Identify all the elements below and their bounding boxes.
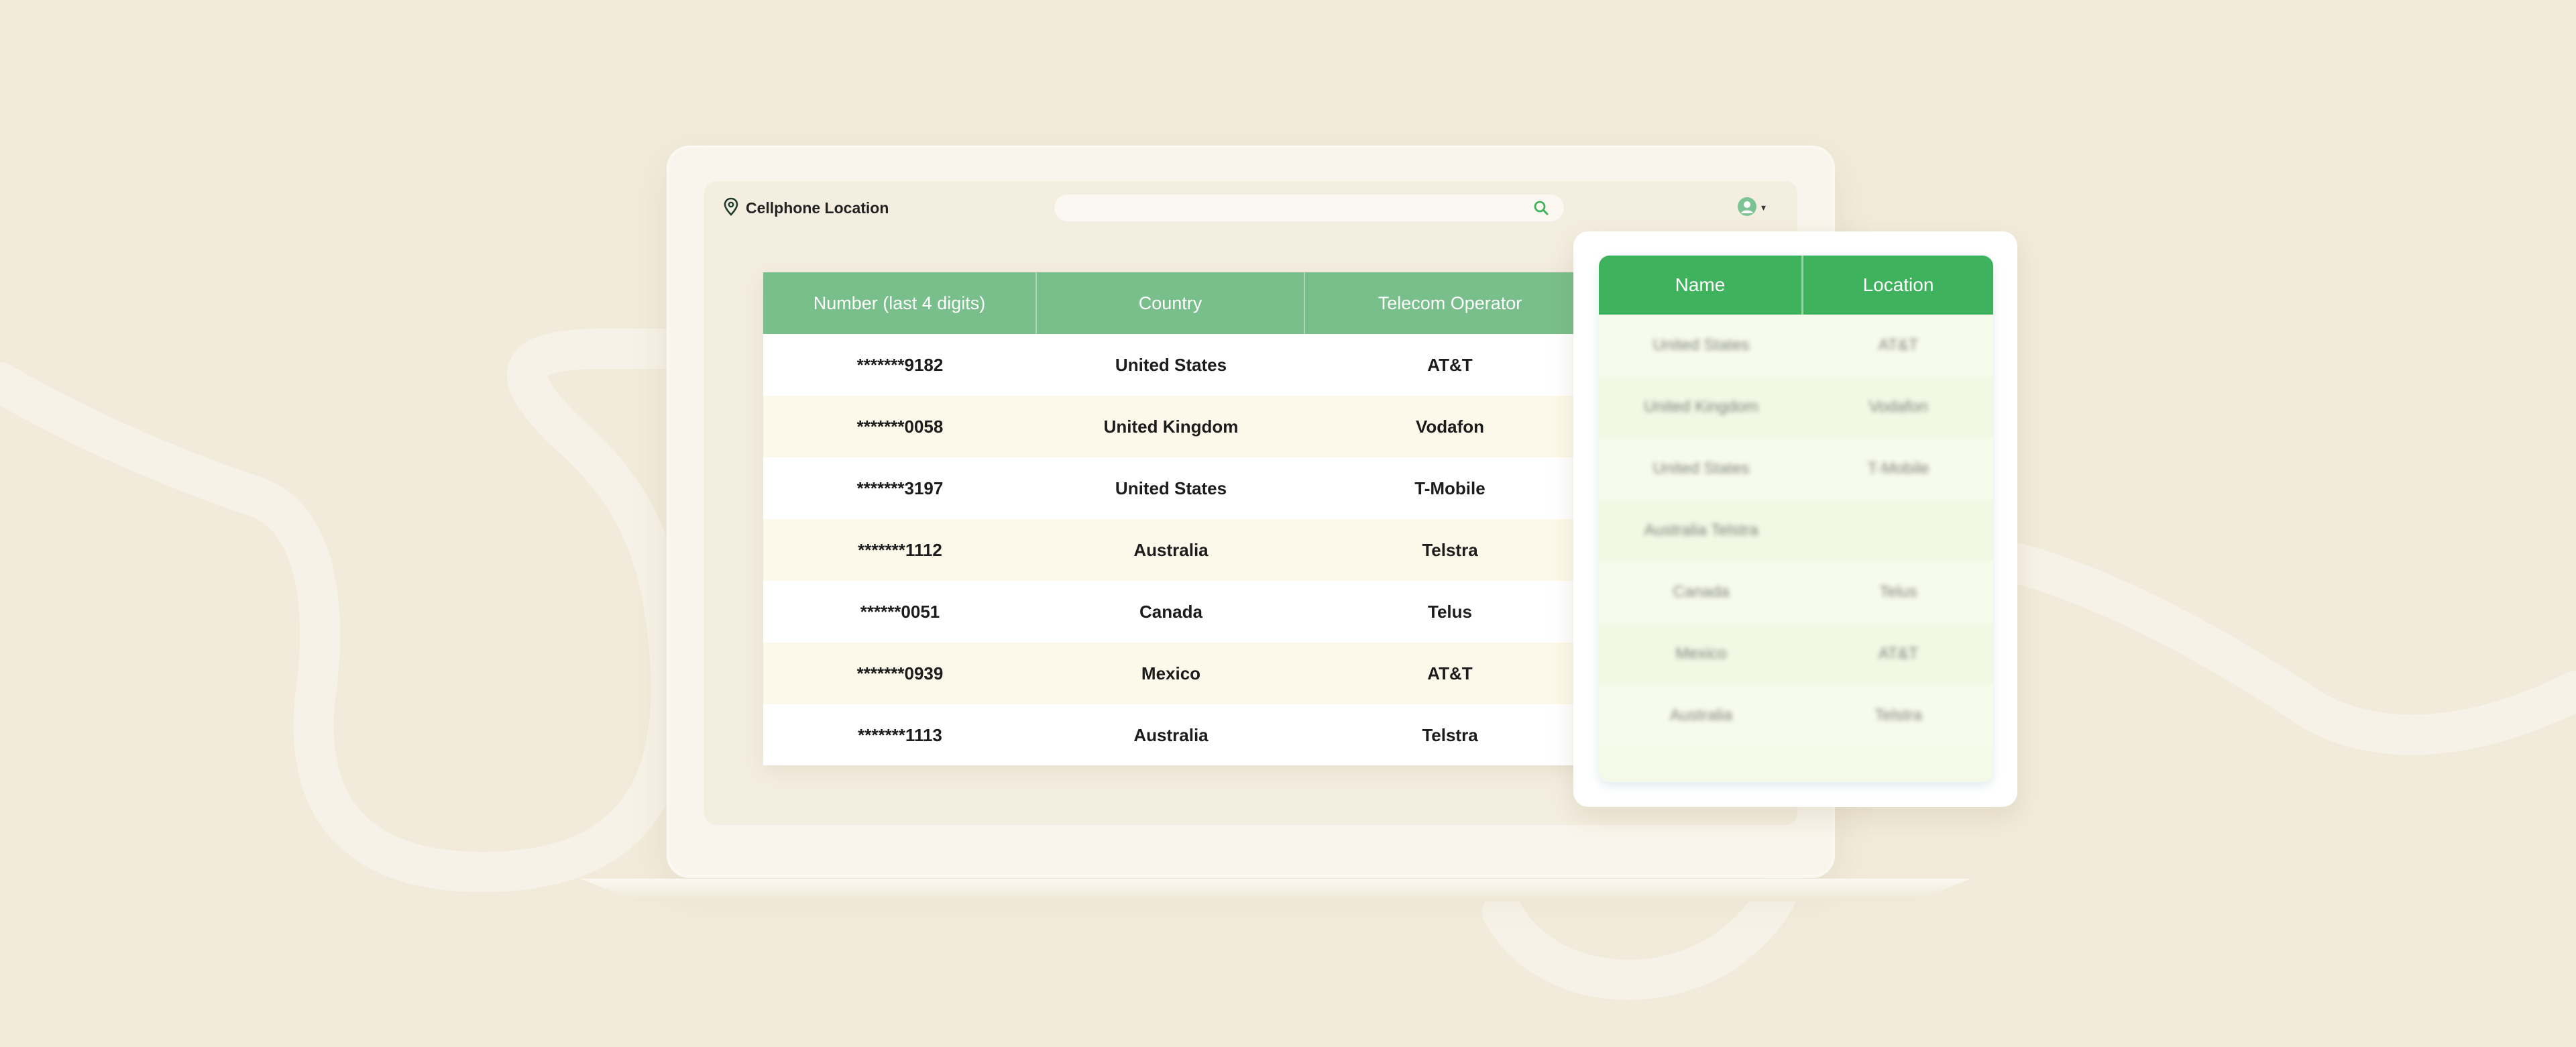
table-row[interactable]: *******0939 Mexico AT&T [763, 643, 1595, 704]
cell-location: AT&T [1878, 645, 1919, 663]
location-pin-icon [723, 197, 739, 219]
cell-country: Mexico [1141, 663, 1201, 683]
cell-name: United Kingdom [1644, 398, 1758, 416]
cell-operator: AT&T [1427, 663, 1473, 683]
column-header-number[interactable]: Number (last 4 digits) [763, 272, 1037, 334]
table-row[interactable]: Mexico AT&T [1599, 623, 1993, 685]
cell-operator: AT&T [1427, 354, 1473, 375]
cell-operator: T-Mobile [1414, 478, 1486, 498]
cell-number: ******0051 [860, 601, 940, 622]
cell-operator: Telus [1428, 601, 1472, 622]
cell-country: Australia [1133, 724, 1209, 745]
cell-country: United States [1115, 478, 1227, 498]
table-row[interactable]: ******0051 Canada Telus [763, 581, 1595, 643]
table-row[interactable]: Australia Telstra [1599, 685, 1993, 747]
table-row[interactable]: Canada Telus [1599, 561, 1993, 623]
cell-country: United Kingdom [1103, 416, 1239, 437]
table-row[interactable]: *******3197 United States T-Mobile [763, 457, 1595, 519]
table-row[interactable]: United States AT&T [1599, 315, 1993, 376]
cell-name: Canada [1673, 583, 1730, 601]
table-row[interactable]: United States T-Mobile [1599, 438, 1993, 500]
column-header-country[interactable]: Country [1037, 272, 1305, 334]
table-row[interactable]: United Kingdom Vodafon [1599, 376, 1993, 438]
column-header-location[interactable]: Location [1803, 256, 1993, 315]
cell-operator: Vodafon [1415, 416, 1485, 437]
column-header-name[interactable]: Name [1599, 256, 1803, 315]
cell-name: Australia [1669, 706, 1733, 724]
cell-location: AT&T [1878, 336, 1919, 354]
cell-number: *******0939 [856, 663, 944, 683]
table-row[interactable]: *******1112 Australia Telstra [763, 519, 1595, 581]
laptop-base [581, 879, 1970, 901]
cell-location: Telus [1879, 583, 1917, 601]
brand-logo[interactable]: Cellphone Location [723, 196, 889, 220]
cell-name: United States [1653, 336, 1750, 354]
cell-name: Australia Telstra [1644, 521, 1758, 539]
brand-label: Cellphone Location [746, 199, 889, 217]
cell-name: United States [1653, 459, 1750, 478]
table-row[interactable]: *******1113 Australia Telstra [763, 704, 1595, 765]
table-row[interactable]: *******0058 United Kingdom Vodafon [763, 396, 1595, 457]
table-header: Number (last 4 digits) Country Telecom O… [763, 272, 1595, 334]
table-row[interactable]: *******9182 United States AT&T [763, 334, 1595, 396]
cell-number: *******1112 [858, 539, 942, 560]
cell-operator: Telstra [1422, 539, 1478, 560]
cell-name: Mexico [1675, 645, 1727, 663]
chevron-down-icon: ▾ [1761, 203, 1767, 213]
search-input[interactable] [1054, 195, 1564, 221]
location-details-table: Name Location United States AT&T United … [1599, 256, 1993, 782]
search-icon[interactable] [1533, 200, 1549, 219]
cell-location: Vodafon [1868, 398, 1928, 416]
cell-number: *******1113 [858, 724, 942, 745]
cell-location: Telstra [1874, 706, 1922, 724]
cell-number: *******9182 [856, 354, 944, 375]
cell-country: Canada [1139, 601, 1202, 622]
table-body: *******9182 United States AT&T *******00… [763, 334, 1595, 765]
column-header-operator[interactable]: Telecom Operator [1305, 272, 1595, 334]
cell-number: *******0058 [856, 416, 944, 437]
cell-country: United States [1115, 354, 1227, 375]
location-details-card: Name Location United States AT&T United … [1573, 231, 2017, 807]
cell-location: T-Mobile [1867, 459, 1929, 478]
cell-number: *******3197 [856, 478, 944, 498]
user-avatar-icon [1737, 197, 1757, 219]
user-menu[interactable]: ▾ [1737, 196, 1766, 220]
table-body: United States AT&T United Kingdom Vodafo… [1599, 315, 1993, 747]
cell-operator: Telstra [1422, 724, 1478, 745]
cell-location [1803, 500, 1993, 561]
phone-results-table: Number (last 4 digits) Country Telecom O… [763, 272, 1595, 765]
table-row[interactable]: Australia Telstra [1599, 500, 1993, 561]
table-header: Name Location [1599, 256, 1993, 315]
cell-country: Australia [1133, 539, 1209, 560]
